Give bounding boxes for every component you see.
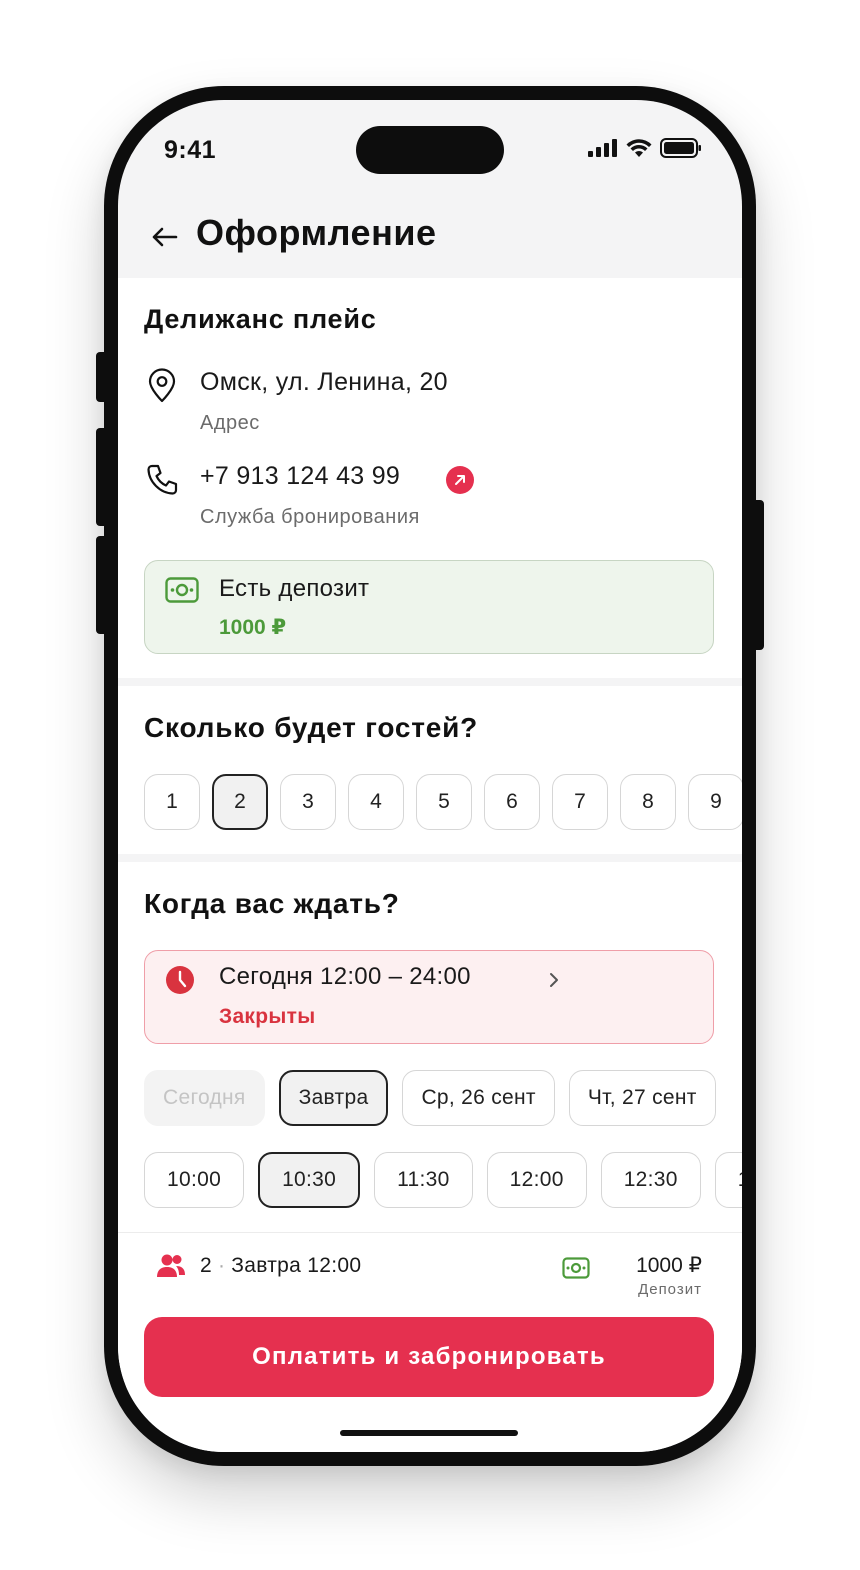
money-icon — [562, 1257, 590, 1279]
back-arrow-icon[interactable] — [148, 220, 182, 254]
guest-count-option[interactable]: 4 — [348, 774, 404, 830]
guests-title: Сколько будет гостей? — [144, 712, 479, 743]
screen: 9:41 Оформление Делижанс плейс Омск, ул.… — [118, 100, 742, 1452]
phone-icon — [147, 464, 178, 495]
date-chip: Сегодня — [144, 1070, 265, 1126]
wifi-icon — [626, 138, 652, 157]
time-slot-chip[interactable]: 10:00 — [144, 1152, 245, 1208]
working-hours-box[interactable]: Сегодня 12:00 – 24:00 Закрыты — [144, 950, 714, 1044]
closed-status: Закрыты — [219, 1005, 316, 1028]
summary-caption: Депозит — [638, 1281, 702, 1298]
date-chip[interactable]: Чт, 27 сент — [568, 1070, 716, 1126]
summary-guests: 2 — [200, 1254, 212, 1277]
time-slot-chip[interactable]: 12:30 — [600, 1152, 701, 1208]
header: Оформление — [118, 200, 742, 278]
phone-caption: Служба бронирования — [200, 506, 420, 528]
chevron-right-icon — [550, 973, 558, 987]
guest-count-option[interactable]: 8 — [620, 774, 676, 830]
date-selector: Сегодня Завтра Ср, 26 сент Чт, 27 сент — [144, 1070, 716, 1126]
external-link-icon[interactable] — [446, 466, 474, 494]
guest-count-option[interactable]: 3 — [280, 774, 336, 830]
time-slot-chip[interactable]: 10:30 — [258, 1152, 361, 1208]
location-pin-icon — [148, 368, 176, 403]
working-hours-text: Сегодня 12:00 – 24:00 — [219, 963, 471, 990]
guest-count-option[interactable]: 6 — [484, 774, 540, 830]
guest-count-option[interactable]: 7 — [552, 774, 608, 830]
guest-count-option[interactable]: 2 — [212, 774, 268, 830]
guest-count-option[interactable]: 1 — [144, 774, 200, 830]
page-title: Оформление — [196, 212, 437, 253]
status-time: 9:41 — [164, 136, 217, 164]
time-slot-chip[interactable]: 12:00 — [486, 1152, 587, 1208]
status-bar: 9:41 — [118, 100, 742, 200]
people-icon — [157, 1254, 185, 1277]
pay-and-book-button[interactable]: Оплатить и забронировать — [144, 1317, 714, 1397]
guests-card: Сколько будет гостей? 123456789 — [118, 686, 742, 854]
address-caption: Адрес — [200, 412, 260, 434]
battery-icon — [660, 138, 701, 158]
dynamic-island — [356, 126, 504, 174]
deposit-label: Есть депозит — [219, 575, 370, 602]
when-title: Когда вас ждать? — [144, 888, 400, 919]
phone-row: +7 913 124 43 99 Служба бронирования — [144, 462, 714, 542]
date-chip[interactable]: Завтра — [278, 1070, 389, 1126]
address-text: Омск, ул. Ленина, 20 — [200, 368, 448, 396]
clock-icon — [166, 966, 194, 994]
booking-summary: 2 · Завтра 12:00 — [156, 1253, 361, 1279]
time-slot-chip[interactable]: 11:30 — [374, 1152, 473, 1208]
venue-name: Делижанс плейс — [144, 304, 377, 334]
time-slot-chip[interactable]: 13:00 — [714, 1152, 742, 1208]
address-row: Омск, ул. Ленина, 20 Адрес — [144, 368, 714, 448]
deposit-box: Есть депозит 1000 ₽ — [144, 560, 714, 654]
guest-count-option[interactable]: 5 — [416, 774, 472, 830]
summary-text: 2 · Завтра 12:00 — [200, 1254, 362, 1277]
date-chip[interactable]: Ср, 26 сент — [402, 1070, 555, 1126]
guest-count-selector: 123456789 — [144, 774, 742, 830]
booking-summary-bar: 2 · Завтра 12:00 1000 ₽ Депозит Оплатить и… — [118, 1232, 742, 1452]
summary-amount: 1000 ₽ — [636, 1254, 702, 1277]
guest-count-option[interactable]: 9 — [688, 774, 742, 830]
cellular-signal-icon — [588, 139, 617, 157]
when-card: Когда вас ждать? Сегодня 12:00 – 24:00 З… — [118, 862, 742, 1232]
deposit-amount: 1000 ₽ — [219, 616, 287, 639]
venue-card: Делижанс плейс Омск, ул. Ленина, 20 Адре… — [118, 278, 742, 678]
summary-deposit: 1000 ₽ Депозит — [562, 1253, 702, 1303]
phone-number[interactable]: +7 913 124 43 99 — [200, 462, 400, 491]
money-icon — [165, 577, 199, 603]
summary-datetime: Завтра 12:00 — [231, 1254, 362, 1277]
time-slot-selector: 10:0010:3011:3012:0012:30 13:00 — [144, 1152, 742, 1208]
status-icons — [588, 138, 702, 158]
home-indicator — [340, 1430, 518, 1436]
